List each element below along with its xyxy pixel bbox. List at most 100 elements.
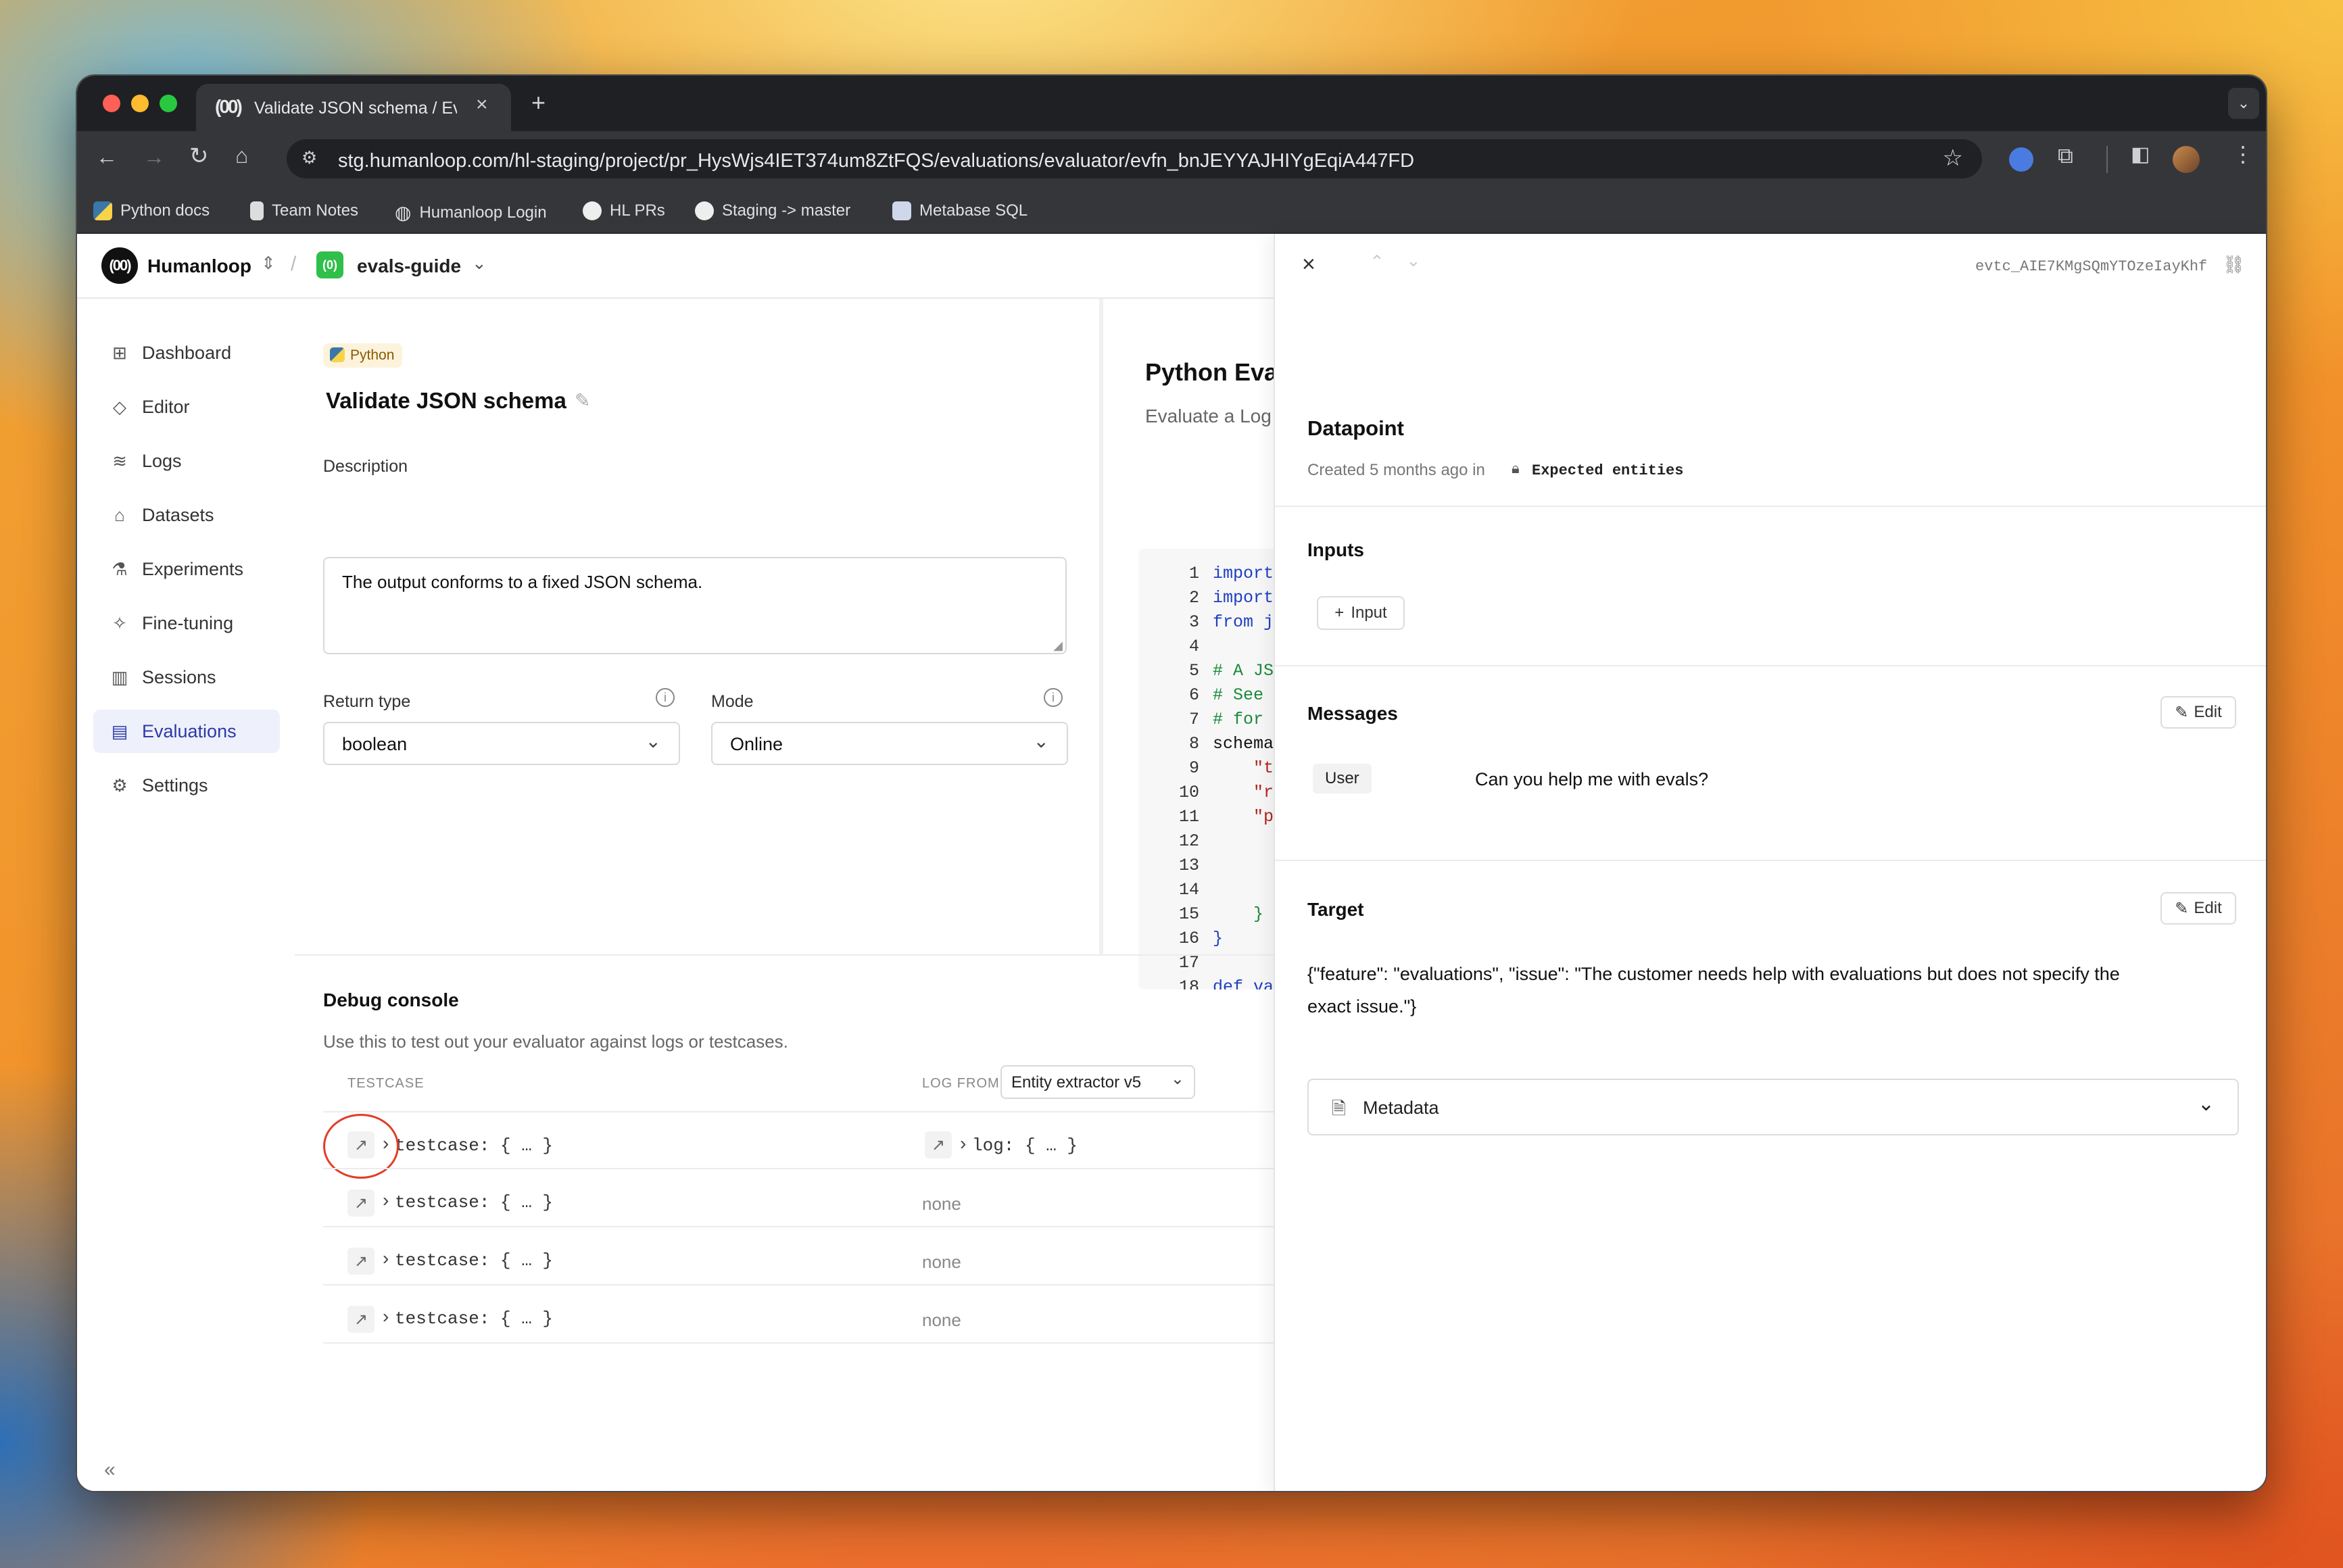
edit-messages-button[interactable]: ✎ Edit <box>2160 696 2236 729</box>
open-log-icon[interactable]: ↗ <box>925 1131 952 1158</box>
chevron-right-icon[interactable]: › <box>383 1306 389 1327</box>
debug-console-title: Debug console <box>323 989 459 1010</box>
datapoint-id[interactable]: evtc_AIE7KMgSQmYTOzeIayKhf <box>1975 258 2207 275</box>
github-icon <box>583 201 602 220</box>
description-textarea[interactable]: The output conforms to a fixed JSON sche… <box>323 557 1067 654</box>
document-icon: 🗎︎ <box>1332 1098 1346 1119</box>
flask-icon: ⚗ <box>112 558 128 579</box>
pane-divider[interactable] <box>1099 299 1103 956</box>
bookmark-python-docs[interactable]: Python docs <box>93 201 210 220</box>
chevron-right-icon[interactable]: › <box>960 1133 966 1154</box>
columns-icon: ▥ <box>111 666 128 687</box>
org-name[interactable]: Humanloop <box>147 255 251 277</box>
python-icon <box>330 347 345 362</box>
bookmark-star-icon[interactable]: ☆ <box>1943 145 1963 172</box>
breadcrumb-separator: / <box>291 253 297 275</box>
bookmark-staging-master[interactable]: Staging -> master <box>695 201 850 220</box>
dataset-name[interactable]: Expected entities <box>1532 462 1683 479</box>
datapoint-drawer: × ⌃ ⌄ evtc_AIE7KMgSQmYTOzeIayKhf ⛓ Datap… <box>1274 234 2266 1491</box>
collapse-sidebar-icon[interactable]: « <box>104 1459 116 1481</box>
extension-icon[interactable] <box>2009 147 2033 172</box>
open-testcase-icon[interactable]: ↗ <box>347 1306 375 1333</box>
inputs-label: Inputs <box>1307 539 1364 560</box>
forward-icon[interactable]: → <box>143 146 165 168</box>
chevron-right-icon[interactable]: › <box>383 1190 389 1211</box>
reload-icon[interactable]: ↻ <box>189 145 209 168</box>
humanloop-favicon-icon: (00) <box>215 96 243 117</box>
more-menu-icon[interactable]: ⋮ <box>2232 143 2254 165</box>
side-panel-icon[interactable]: ◧ <box>2131 145 2150 165</box>
lock-icon: 🔒︎ <box>1512 460 1520 476</box>
minimize-window-icon[interactable] <box>131 95 149 112</box>
sidebar-item-logs[interactable]: ≋ Logs <box>93 439 280 483</box>
sidebar-item-evaluations[interactable]: ▤ Evaluations <box>93 710 280 753</box>
editor-icon: ◇ <box>113 396 126 417</box>
log-value: none <box>922 1252 961 1272</box>
back-icon[interactable]: ← <box>96 146 118 168</box>
gear-icon: ⚙ <box>112 775 128 795</box>
browser-tab[interactable]: (00) Validate JSON schema / Evalu × <box>196 84 511 131</box>
mode-select[interactable]: Online ⌄ <box>711 722 1068 765</box>
tab-search-icon[interactable]: ⌄ <box>2228 88 2259 119</box>
info-icon[interactable]: i <box>1044 688 1063 707</box>
sidebar-item-settings[interactable]: ⚙ Settings <box>93 764 280 807</box>
log-value: none <box>922 1194 961 1214</box>
bookmark-hl-prs[interactable]: HL PRs <box>583 201 665 220</box>
description-label: Description <box>323 457 408 476</box>
tab-title: Validate JSON schema / Evalu <box>254 99 457 118</box>
sidebar-item-sessions[interactable]: ▥ Sessions <box>93 656 280 699</box>
bookmark-metabase-sql[interactable]: Metabase SQL <box>892 201 1028 220</box>
testcase-value[interactable]: testcase: { … } <box>395 1192 553 1212</box>
info-icon[interactable]: i <box>656 688 675 707</box>
project-name[interactable]: evals-guide <box>357 255 461 277</box>
code-panel-title: Python Eva <box>1145 358 1278 386</box>
metadata-accordion[interactable]: 🗎︎ Metadata ⌄ <box>1307 1079 2239 1135</box>
maximize-window-icon[interactable] <box>160 95 177 112</box>
bookmark-humanloop-login[interactable]: ◍ Humanloop Login <box>395 201 547 224</box>
open-testcase-icon[interactable]: ↗ <box>347 1190 375 1217</box>
return-type-select[interactable]: boolean ⌄ <box>323 722 680 765</box>
link-icon[interactable]: ⛓ <box>2223 254 2245 275</box>
python-icon <box>93 201 112 220</box>
plus-icon: + <box>1334 604 1345 622</box>
toolbar-divider <box>2106 146 2108 173</box>
testcase-value[interactable]: testcase: { … } <box>395 1308 553 1329</box>
tab-strip: (00) Validate JSON schema / Evalu × + ⌄ <box>77 76 2266 131</box>
new-tab-button[interactable]: + <box>531 91 546 115</box>
testcase-column-header: TESTCASE <box>347 1076 425 1091</box>
profile-avatar[interactable] <box>2173 146 2200 173</box>
site-info-icon[interactable]: ⚙ <box>301 147 317 168</box>
chevron-down-icon[interactable]: ⌄ <box>1406 250 1421 271</box>
sidebar-item-fine-tuning[interactable]: ✧ Fine-tuning <box>93 602 280 645</box>
edit-title-icon[interactable]: ✎ <box>575 389 590 412</box>
chevron-up-icon[interactable]: ⌃ <box>1370 251 1384 272</box>
log-value[interactable]: log: { … } <box>972 1135 1078 1156</box>
resize-handle-icon[interactable]: ◢ <box>1053 639 1063 653</box>
close-tab-icon[interactable]: × <box>476 95 488 115</box>
extensions-puzzle-icon[interactable]: ⧉ <box>2058 145 2073 166</box>
sidebar-item-datasets[interactable]: ⌂ Datasets <box>93 493 280 537</box>
close-icon[interactable]: × <box>1302 251 1315 278</box>
sparkle-icon: ✧ <box>112 612 127 633</box>
org-switch-icon[interactable]: ⇕ <box>261 253 276 274</box>
humanloop-logo-icon: (00) <box>101 247 138 284</box>
bookmark-team-notes[interactable]: Team Notes <box>250 201 358 220</box>
testcase-value[interactable]: testcase: { … } <box>395 1135 553 1156</box>
add-input-button[interactable]: + Input <box>1317 596 1405 630</box>
sidebar-item-dashboard[interactable]: ⊞ Dashboard <box>93 331 280 374</box>
home-icon[interactable]: ⌂ <box>235 145 248 166</box>
sidebar-item-experiments[interactable]: ⚗ Experiments <box>93 547 280 591</box>
chevron-right-icon[interactable]: › <box>383 1248 389 1269</box>
grid-icon: ⊞ <box>112 342 127 363</box>
sidebar-item-editor[interactable]: ◇ Editor <box>93 385 280 428</box>
open-testcase-icon[interactable]: ↗ <box>347 1248 375 1275</box>
edit-target-button[interactable]: ✎ Edit <box>2160 892 2236 925</box>
mode-label: Mode <box>711 692 754 711</box>
chevron-down-icon[interactable]: ⌄ <box>472 253 487 274</box>
sidebar: ⊞ Dashboard ◇ Editor ≋ Logs ⌂ Datasets ⚗ Expe… <box>77 299 295 1491</box>
log-source-select[interactable]: Entity extractor v5 ⌄ <box>1000 1065 1195 1099</box>
url-text[interactable]: stg.humanloop.com/hl-staging/project/pr_… <box>338 150 1414 172</box>
target-label: Target <box>1307 899 1364 920</box>
close-window-icon[interactable] <box>103 95 120 112</box>
testcase-value[interactable]: testcase: { … } <box>395 1250 553 1271</box>
